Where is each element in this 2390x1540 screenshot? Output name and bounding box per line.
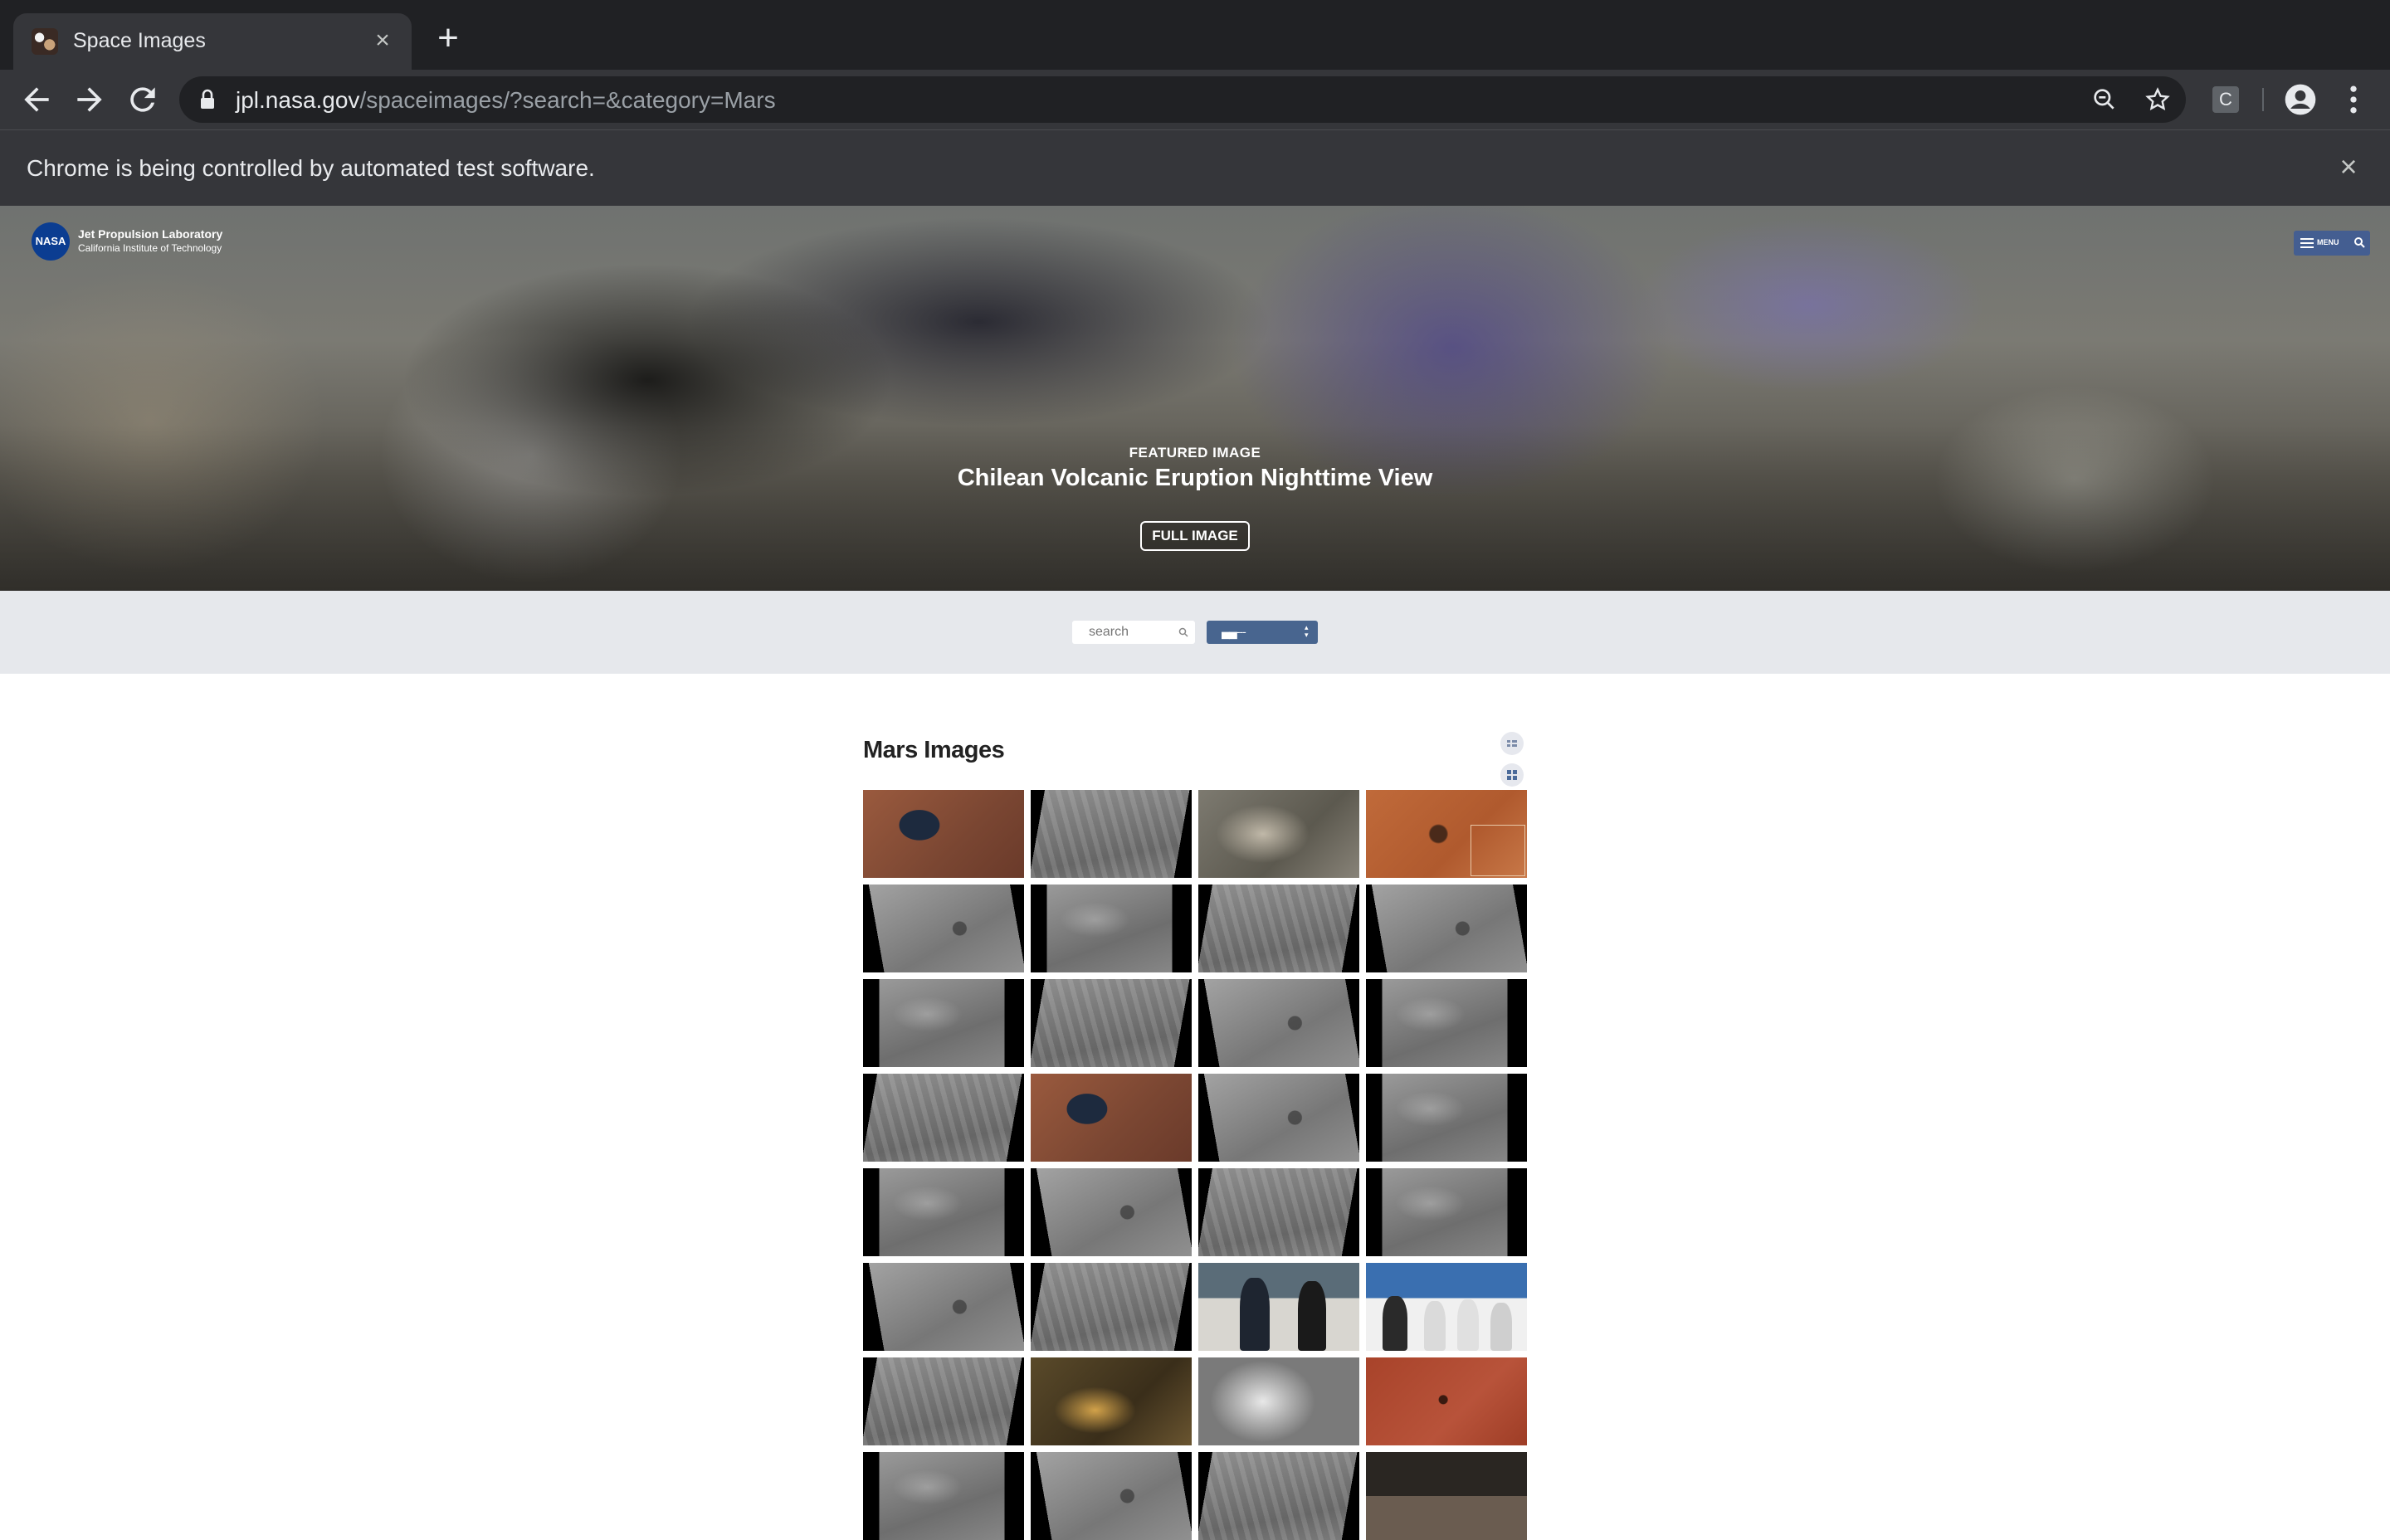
url-host: jpl.nasa.gov bbox=[236, 87, 360, 113]
terrain-image[interactable] bbox=[1366, 979, 1527, 1067]
more-vertical-icon[interactable] bbox=[2335, 81, 2372, 118]
search-icon[interactable] bbox=[2353, 236, 2365, 248]
lock-icon bbox=[201, 89, 214, 109]
person-figure bbox=[1298, 1281, 1326, 1351]
terrain-image[interactable] bbox=[863, 979, 1024, 1067]
tab-close-icon[interactable]: × bbox=[368, 27, 397, 55]
terrain-image[interactable] bbox=[1198, 1452, 1359, 1540]
terrain-image[interactable] bbox=[863, 1168, 1024, 1256]
extension-icon[interactable]: C bbox=[2212, 86, 2239, 113]
infobar-message: Chrome is being controlled by automated … bbox=[27, 155, 595, 181]
terrain-image[interactable] bbox=[1198, 1168, 1359, 1256]
mars-lander-image[interactable] bbox=[863, 790, 1024, 878]
browser-tabstrip: Space Images × + bbox=[0, 0, 2390, 70]
mars-lander-image[interactable] bbox=[1031, 1074, 1192, 1162]
gallery-title: Mars Images bbox=[863, 737, 1005, 763]
person-figure bbox=[1490, 1303, 1512, 1351]
featured-hero: NASA Jet Propulsion Laboratory Californi… bbox=[0, 206, 2390, 591]
search-icon[interactable] bbox=[1178, 627, 1188, 637]
group-photo[interactable] bbox=[1366, 1263, 1527, 1351]
person-figure bbox=[1457, 1299, 1479, 1351]
toolbar-divider bbox=[2262, 88, 2264, 111]
terrain-image[interactable] bbox=[1031, 1452, 1192, 1540]
terrain-image[interactable] bbox=[1366, 1074, 1527, 1162]
reload-icon[interactable] bbox=[124, 81, 161, 118]
address-bar[interactable]: jpl.nasa.gov/spaceimages/?search=&catego… bbox=[179, 76, 2186, 123]
url-text: jpl.nasa.gov/spaceimages/?search=&catego… bbox=[236, 87, 776, 114]
crater-image[interactable] bbox=[1198, 1357, 1359, 1445]
menu-label: MENU bbox=[2317, 238, 2339, 246]
hamburger-icon bbox=[2300, 238, 2314, 248]
menu-button[interactable]: MENU bbox=[2294, 231, 2370, 256]
terrain-image[interactable] bbox=[863, 1074, 1024, 1162]
select-arrows-icon: ▴ ▾ bbox=[1305, 623, 1309, 639]
terrain-image[interactable] bbox=[1031, 1168, 1192, 1256]
terrain-image[interactable] bbox=[1031, 885, 1192, 972]
category-value: ▄▄--- bbox=[1222, 625, 1246, 638]
terrain-image[interactable] bbox=[863, 1452, 1024, 1540]
terrain-image[interactable] bbox=[863, 885, 1024, 972]
terrain-image[interactable] bbox=[1031, 979, 1192, 1067]
new-tab-icon[interactable]: + bbox=[432, 20, 465, 56]
search-band: ▄▄--- ▴▾ bbox=[0, 591, 2390, 674]
red-surface-image[interactable] bbox=[1366, 1357, 1527, 1445]
featured-title: Chilean Volcanic Eruption Nighttime View bbox=[957, 465, 1433, 491]
terrain-image[interactable] bbox=[1031, 790, 1192, 878]
browser-toolbar: jpl.nasa.gov/spaceimages/?search=&catego… bbox=[0, 70, 2390, 129]
zoom-icon[interactable] bbox=[2091, 86, 2118, 113]
forward-arrow-icon[interactable] bbox=[71, 81, 108, 118]
logo-line-1: Jet Propulsion Laboratory bbox=[78, 227, 223, 241]
infobar-close-icon[interactable]: × bbox=[2332, 150, 2365, 183]
nasa-logo-icon: NASA bbox=[32, 222, 70, 261]
account-icon[interactable] bbox=[2282, 81, 2319, 118]
logo-line-2: California Institute of Technology bbox=[78, 242, 222, 254]
terrain-image[interactable] bbox=[1031, 1263, 1192, 1351]
rocky-surface-image[interactable] bbox=[1198, 790, 1359, 878]
terrain-image[interactable] bbox=[1366, 885, 1527, 972]
cave-image[interactable] bbox=[1031, 1357, 1192, 1445]
terrain-image[interactable] bbox=[1366, 1168, 1527, 1256]
terrain-image[interactable] bbox=[863, 1357, 1024, 1445]
award-photo[interactable] bbox=[1198, 1263, 1359, 1351]
grid-view-icon[interactable] bbox=[1500, 763, 1524, 787]
page-content: NASA Jet Propulsion Laboratory Californi… bbox=[0, 206, 2390, 1540]
favicon-icon bbox=[32, 28, 58, 55]
url-path: /spaceimages/?search=&category=Mars bbox=[359, 87, 776, 113]
star-icon[interactable] bbox=[2144, 86, 2171, 113]
featured-kicker: FEATURED IMAGE bbox=[1129, 445, 1261, 461]
search-input[interactable] bbox=[1072, 621, 1195, 644]
terrain-image[interactable] bbox=[863, 1263, 1024, 1351]
person-figure bbox=[1240, 1278, 1270, 1351]
category-select[interactable]: ▄▄--- ▴ ▾ bbox=[1207, 621, 1318, 644]
list-view-icon[interactable] bbox=[1500, 732, 1524, 755]
terrain-image[interactable] bbox=[1198, 1074, 1359, 1162]
terrain-image[interactable] bbox=[1198, 885, 1359, 972]
back-arrow-icon[interactable] bbox=[18, 81, 55, 118]
person-figure bbox=[1383, 1296, 1407, 1351]
tab-title: Space Images bbox=[73, 29, 206, 52]
browser-tab[interactable]: Space Images × bbox=[13, 13, 412, 70]
people-photo[interactable] bbox=[1366, 1452, 1527, 1540]
terrain-image[interactable] bbox=[1198, 979, 1359, 1067]
crater-orange-image[interactable] bbox=[1366, 790, 1527, 878]
person-figure bbox=[1424, 1301, 1446, 1351]
automation-infobar: Chrome is being controlled by automated … bbox=[0, 129, 2390, 206]
inset-frame bbox=[1471, 825, 1525, 876]
full-image-button[interactable]: FULL IMAGE bbox=[1140, 521, 1250, 551]
